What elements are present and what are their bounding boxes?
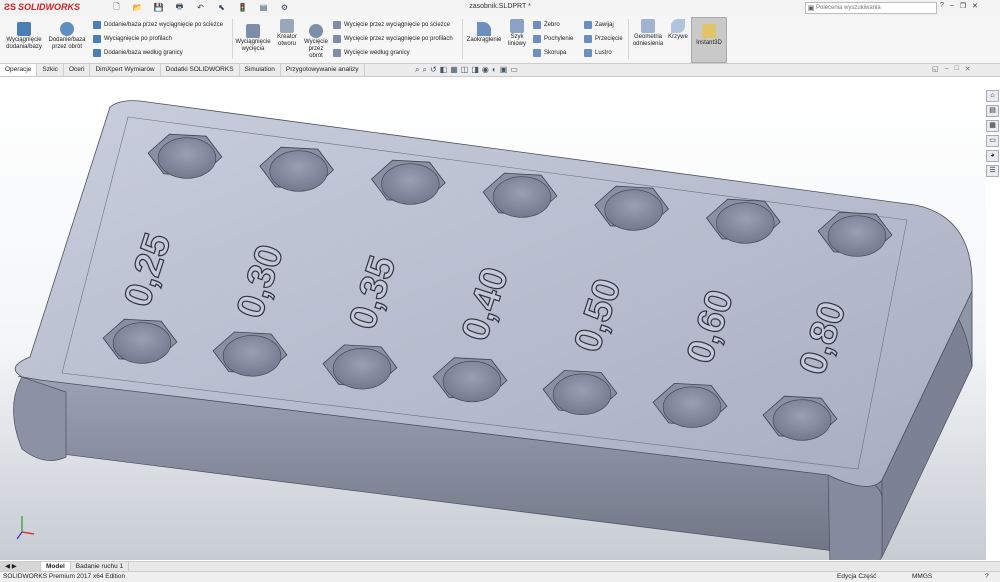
shell-icon xyxy=(533,49,541,57)
appearances-icon[interactable]: ◕ xyxy=(986,150,999,162)
wrap-icon xyxy=(584,21,592,29)
close-button[interactable]: ✕ xyxy=(972,2,978,10)
ribbon-separator xyxy=(628,19,629,59)
title-bar: ƧS SOLIDWORKS 🗋 📂 💾 🖶 ↶ ⬉ 🚦 ▤ ⚙ zasobnik.… xyxy=(0,0,1000,17)
section-view-icon[interactable]: ◧ xyxy=(440,65,448,75)
extrude-boss-icon xyxy=(17,22,31,36)
tab-model[interactable]: Model xyxy=(41,562,71,571)
mirror-button[interactable]: Lustro xyxy=(584,49,612,57)
heads-up-view-toolbar: ⌕ ⌕ ↺ ◧ ▦ ◫ ◨ ◉ ◐ ▣ ▭ xyxy=(415,65,518,75)
display-style-icon[interactable]: ◨ xyxy=(471,65,479,75)
viewport-window-controls: ◱ – □ ✕ xyxy=(932,65,971,73)
boundary-boss-button[interactable]: Dodanie/baza według granicy xyxy=(93,49,183,57)
ribbon-separator xyxy=(232,19,233,59)
dynamic-annotation-icon[interactable]: ▦ xyxy=(450,65,458,75)
boundary-icon xyxy=(93,49,101,57)
curves-icon xyxy=(671,19,685,33)
tab-scroll-arrows[interactable]: ◀ ▶ xyxy=(0,562,41,571)
viewport-restore-icon[interactable]: ◱ xyxy=(932,65,939,73)
extruded-cut-button[interactable]: Wyciągnięcie wycięcia xyxy=(235,24,271,53)
shell-button[interactable]: Skorupa xyxy=(533,49,566,57)
graphics-area[interactable]: 0,25 0,30 0,35 0,40 0,50 0,60 0,80 xyxy=(0,77,986,560)
swept-boss-button[interactable]: Dodanie/baza przez wyciągnięcie po ścież… xyxy=(93,21,223,29)
boundary-cut-icon xyxy=(333,49,341,57)
tab-addins[interactable]: Dodatki SOLIDWORKS xyxy=(161,64,240,76)
tab-features[interactable]: Operacje xyxy=(0,64,38,76)
reference-geometry-icon xyxy=(641,19,655,33)
instant3d-button[interactable]: Instant3D xyxy=(691,17,727,63)
help-button[interactable]: ? xyxy=(940,2,944,10)
axis-triad xyxy=(16,516,35,540)
minimize-button[interactable]: – xyxy=(950,2,954,10)
lofted-cut-button[interactable]: Wycięcie przez wyciągnięcie po profilach xyxy=(333,35,453,43)
zoom-to-fit-icon[interactable]: ⌕ xyxy=(415,65,419,75)
command-search-input[interactable]: ▣ Polecenia wyszukiwania xyxy=(805,2,937,14)
search-icon: ▣ xyxy=(807,5,815,12)
mirror-icon xyxy=(584,49,592,57)
view-settings-icon[interactable]: ▭ xyxy=(510,65,518,75)
hole-wizard-button[interactable]: Kreator otworu xyxy=(273,19,301,48)
view-orientation-icon[interactable]: ◫ xyxy=(461,65,469,75)
rib-icon xyxy=(533,21,541,29)
fillet-icon xyxy=(477,22,491,36)
tab-motion-study[interactable]: Badanie ruchu 1 xyxy=(71,562,130,571)
linear-pattern-icon xyxy=(510,19,524,33)
draft-button[interactable]: Pochylenie xyxy=(533,35,573,43)
hole-wizard-icon xyxy=(280,19,294,33)
tab-simulation[interactable]: Simulation xyxy=(240,64,281,76)
status-bar: SOLIDWORKS Premium 2017 x64 Edition Edyc… xyxy=(0,571,1000,582)
instant3d-icon xyxy=(702,24,716,38)
task-pane: ⌂ ▤ ▦ ▭ ◕ ☰ xyxy=(986,90,999,177)
revolved-boss-button[interactable]: Dodanie/baza przez obrót xyxy=(46,22,88,51)
design-library-icon[interactable]: ▦ xyxy=(986,120,999,132)
linear-pattern-button[interactable]: Szyk liniowy xyxy=(505,19,529,48)
intersect-icon xyxy=(584,35,592,43)
ribbon-separator xyxy=(462,19,463,59)
swept-cut-icon xyxy=(333,21,341,29)
window-controls: ? – ❐ ✕ xyxy=(940,2,978,10)
revolve-boss-icon xyxy=(60,22,74,36)
revolved-cut-button[interactable]: Wycięcie przez obrót xyxy=(302,24,330,60)
wrap-button[interactable]: Zawijaj xyxy=(584,21,614,29)
viewport-close-icon[interactable]: ✕ xyxy=(965,65,971,73)
file-explorer-icon[interactable]: ▭ xyxy=(986,135,999,147)
extruded-boss-button[interactable]: Wyciągnięcie dodania/bazy xyxy=(3,22,45,51)
home-icon[interactable]: ⌂ xyxy=(986,90,999,102)
zoom-to-area-icon[interactable]: ⌕ xyxy=(422,65,426,75)
previous-view-icon[interactable]: ↺ xyxy=(430,65,437,75)
hide-show-items-icon[interactable]: ◉ xyxy=(482,65,489,75)
part-model: 0,25 0,30 0,35 0,40 0,50 0,60 0,80 xyxy=(13,100,973,560)
custom-properties-icon[interactable]: ☰ xyxy=(986,165,999,177)
curves-button[interactable]: Krzywe xyxy=(667,19,689,41)
viewport-maximize-icon[interactable]: □ xyxy=(955,65,959,73)
tab-evaluate[interactable]: Oceń xyxy=(64,64,91,76)
loft-icon xyxy=(93,35,101,43)
resources-icon[interactable]: ▤ xyxy=(986,105,999,117)
extrude-cut-icon xyxy=(246,24,260,38)
restore-button[interactable]: ❐ xyxy=(960,2,966,10)
boundary-cut-button[interactable]: Wycięcie według granicy xyxy=(333,49,410,57)
left-end-cap xyxy=(13,376,67,461)
rib-button[interactable]: Żebro xyxy=(533,21,560,29)
apply-scene-icon[interactable]: ▣ xyxy=(500,65,508,75)
tab-sketch[interactable]: Szkic xyxy=(37,64,64,76)
fillet-button[interactable]: Zaokrąglenie xyxy=(465,22,503,44)
tab-analysis-prep[interactable]: Przygotowywanie analizy xyxy=(281,64,365,76)
command-manager-ribbon: Wyciągnięcie dodania/bazy Dodanie/baza prz… xyxy=(0,16,1000,64)
viewport-minimize-icon[interactable]: – xyxy=(945,65,949,73)
tab-dimxpert[interactable]: DimXpert Wymiarów xyxy=(90,64,161,76)
bottom-tabs: ◀ ▶ Model Badanie ruchu 1 xyxy=(0,561,1000,571)
sweep-icon xyxy=(93,21,101,29)
reference-geometry-button[interactable]: Geometria odniesienia xyxy=(631,19,665,48)
draft-icon xyxy=(533,35,541,43)
lofted-cut-icon xyxy=(333,35,341,43)
lofted-boss-button[interactable]: Wyciągnięcie po profilach xyxy=(93,35,172,43)
swept-cut-button[interactable]: Wycięcie przez wyciągnięcie po ścieżce xyxy=(333,21,450,29)
intersect-button[interactable]: Przecięcie xyxy=(584,35,623,43)
revolve-cut-icon xyxy=(309,24,323,38)
edit-appearance-icon[interactable]: ◐ xyxy=(492,65,497,75)
